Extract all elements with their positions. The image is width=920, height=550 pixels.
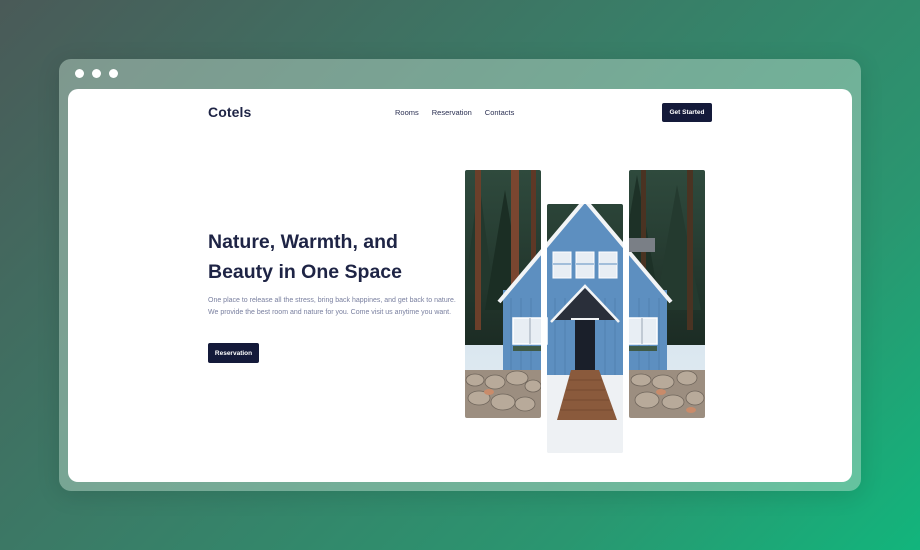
nav-item-contacts[interactable]: Contacts (485, 108, 515, 117)
nav-item-reservation[interactable]: Reservation (432, 108, 472, 117)
get-started-button[interactable]: Get Started (662, 103, 712, 122)
hero-title-line-2: Beauty in One Space (208, 261, 402, 283)
browser-window: Cotels Rooms Reservation Contacts Get St… (59, 59, 861, 491)
main-nav: Rooms Reservation Contacts (395, 108, 514, 117)
logo[interactable]: Cotels (208, 104, 251, 120)
landing-page: Cotels Rooms Reservation Contacts Get St… (68, 89, 852, 482)
window-controls (75, 69, 118, 78)
window-dot-icon[interactable] (109, 69, 118, 78)
window-dot-icon[interactable] (92, 69, 101, 78)
hero-title-line-1: Nature, Warmth, and (208, 231, 398, 253)
window-dot-icon[interactable] (75, 69, 84, 78)
cabin-photo (465, 170, 705, 453)
cabin-photo-gallery (465, 170, 705, 453)
hero-description: One place to release all the stress, bri… (208, 297, 456, 316)
hero-title: Nature, Warmth, and Beauty in One Space (208, 227, 438, 287)
nav-item-rooms[interactable]: Rooms (395, 108, 419, 117)
reservation-button[interactable]: Reservation (208, 343, 259, 363)
